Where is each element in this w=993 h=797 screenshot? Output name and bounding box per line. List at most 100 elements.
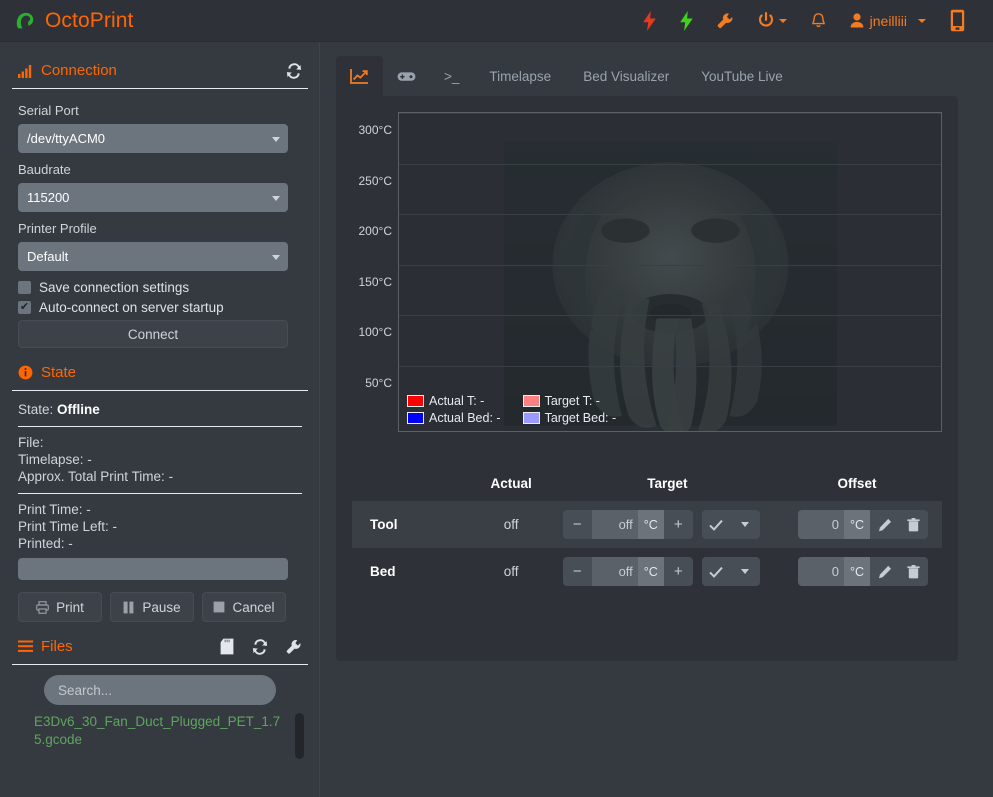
power-on-bolt-icon[interactable] bbox=[668, 0, 705, 42]
power-icon[interactable] bbox=[746, 0, 799, 42]
user-icon bbox=[850, 13, 864, 28]
legend-label: Actual Bed: - bbox=[429, 411, 501, 425]
temperature-table-head: Actual Target Offset bbox=[352, 476, 942, 501]
temperature-tab-panel: 300°C 250°C 200°C 150°C 100°C 50°C Actua… bbox=[336, 96, 958, 661]
target-unit-addon: °C bbox=[637, 557, 664, 586]
tab-terminal[interactable]: >_ bbox=[430, 56, 473, 96]
offset-delete-button[interactable] bbox=[899, 510, 928, 539]
chevron-down-icon bbox=[272, 254, 280, 260]
checkbox-box bbox=[18, 301, 31, 314]
tab-youtube-live[interactable]: YouTube Live bbox=[685, 56, 799, 96]
user-menu[interactable]: jneilliii bbox=[838, 0, 938, 42]
sidebar: Connection Serial Port /dev/ttyACM0 Baud… bbox=[0, 42, 320, 797]
check-icon bbox=[709, 566, 724, 578]
sidebar-divider bbox=[319, 42, 320, 797]
printer-profile-select[interactable]: Default bbox=[18, 242, 288, 271]
row-offset-controls: °C bbox=[772, 501, 942, 548]
target-increment-button[interactable]: + bbox=[663, 510, 693, 539]
temperature-table: Actual Target Offset Tool off − °C bbox=[352, 476, 942, 595]
signal-bars-icon bbox=[18, 64, 32, 78]
target-decrement-button[interactable]: − bbox=[562, 557, 592, 586]
offset-input[interactable] bbox=[798, 510, 844, 539]
brand-name: OctoPrint bbox=[45, 8, 134, 32]
offset-input[interactable] bbox=[798, 557, 844, 586]
files-search-input[interactable] bbox=[44, 675, 276, 705]
offset-delete-button[interactable] bbox=[899, 557, 928, 586]
save-connection-settings-checkbox[interactable]: Save connection settings bbox=[18, 280, 302, 295]
wrench-icon[interactable] bbox=[705, 0, 746, 42]
pause-icon bbox=[123, 601, 134, 613]
chart-legend: Actual T: - Target T: - Actual Bed: - Ta… bbox=[407, 394, 616, 425]
row-target-controls: − °C + bbox=[562, 501, 772, 548]
legend-label: Actual T: - bbox=[429, 394, 485, 408]
row-label: Bed bbox=[370, 564, 396, 579]
sd-card-icon[interactable] bbox=[220, 638, 234, 655]
y-tick: 200°C bbox=[358, 224, 393, 238]
print-button[interactable]: Print bbox=[18, 592, 102, 622]
offset-unit-addon: °C bbox=[844, 557, 870, 586]
col-header-target: Target bbox=[647, 476, 688, 491]
tab-bed-visualizer[interactable]: Bed Visualizer bbox=[567, 56, 685, 96]
legend-item-target-bed: Target Bed: - bbox=[522, 411, 616, 425]
pencil-icon bbox=[878, 565, 891, 578]
pencil-icon bbox=[878, 518, 891, 531]
state-panel-body: State: Offline File: Timelapse: - Approx… bbox=[12, 391, 308, 628]
target-increment-button[interactable]: + bbox=[663, 557, 693, 586]
serial-port-select[interactable]: /dev/ttyACM0 bbox=[18, 124, 288, 153]
tab-temperature[interactable] bbox=[336, 56, 383, 96]
mobile-icon[interactable] bbox=[938, 0, 977, 42]
state-panel-header: State bbox=[12, 354, 308, 391]
checkbox-box bbox=[18, 281, 31, 294]
chevron-down-icon bbox=[741, 569, 750, 574]
target-temp-input[interactable] bbox=[591, 510, 638, 539]
connect-button[interactable]: Connect bbox=[18, 320, 288, 348]
files-title-group: Files bbox=[18, 638, 73, 655]
chart-plot-area[interactable]: Actual T: - Target T: - Actual Bed: - Ta… bbox=[398, 112, 942, 432]
y-tick: 50°C bbox=[365, 376, 392, 390]
target-presets-dropdown[interactable] bbox=[730, 557, 760, 586]
y-tick: 300°C bbox=[358, 123, 393, 137]
target-apply-button[interactable] bbox=[701, 510, 731, 539]
power-off-bolt-icon[interactable] bbox=[631, 0, 668, 42]
connection-header-actions bbox=[286, 62, 302, 79]
tab-control[interactable] bbox=[383, 56, 430, 96]
user-name: jneilliii bbox=[869, 12, 907, 29]
bell-icon[interactable] bbox=[799, 0, 838, 42]
app-header: OctoPrint jneilliii bbox=[0, 0, 993, 42]
files-settings-wrench-icon[interactable] bbox=[286, 639, 302, 655]
legend-label: Target T: - bbox=[544, 394, 600, 408]
target-apply-button[interactable] bbox=[701, 557, 731, 586]
temperature-table-body: Tool off − °C + bbox=[352, 501, 942, 595]
save-connection-settings-label: Save connection settings bbox=[39, 280, 190, 295]
state-panel: State State: Offline File: Timelapse: - … bbox=[12, 354, 308, 628]
legend-swatch bbox=[407, 412, 424, 424]
connection-refresh-icon[interactable] bbox=[286, 62, 302, 79]
col-header-name bbox=[352, 476, 459, 501]
cancel-button[interactable]: Cancel bbox=[202, 592, 286, 622]
tab-timelapse[interactable]: Timelapse bbox=[473, 56, 567, 96]
state-approx-total-print-time: Approx. Total Print Time: - bbox=[18, 469, 174, 484]
trash-icon bbox=[907, 517, 920, 531]
col-header-offset: Offset bbox=[837, 476, 877, 491]
row-actual-value: off bbox=[503, 517, 519, 532]
tab-bar: >_ Timelapse Bed Visualizer YouTube Live bbox=[336, 52, 977, 96]
brand[interactable]: OctoPrint bbox=[14, 9, 133, 33]
baudrate-select[interactable]: 115200 bbox=[18, 183, 288, 212]
target-decrement-button[interactable]: − bbox=[562, 510, 592, 539]
offset-edit-button[interactable] bbox=[870, 557, 899, 586]
connection-panel: Connection Serial Port /dev/ttyACM0 Baud… bbox=[12, 52, 308, 354]
printer-profile-value: Default bbox=[27, 249, 69, 264]
pause-button[interactable]: Pause bbox=[110, 592, 194, 622]
offset-unit-addon: °C bbox=[844, 510, 870, 539]
target-temp-input[interactable] bbox=[591, 557, 638, 586]
connection-panel-header: Connection bbox=[12, 52, 308, 89]
target-presets-dropdown[interactable] bbox=[730, 510, 760, 539]
stop-icon bbox=[214, 601, 225, 613]
offset-edit-button[interactable] bbox=[870, 510, 899, 539]
files-scrollbar[interactable] bbox=[295, 713, 304, 759]
auto-connect-checkbox[interactable]: Auto-connect on server startup bbox=[18, 300, 302, 315]
files-refresh-icon[interactable] bbox=[252, 638, 268, 655]
legend-item-actual-bed: Actual Bed: - bbox=[407, 411, 501, 425]
gamepad-icon bbox=[397, 71, 416, 81]
list-item[interactable]: E3Dv6_30_Fan_Duct_Plugged_PET_1.75.gcode bbox=[34, 713, 282, 749]
